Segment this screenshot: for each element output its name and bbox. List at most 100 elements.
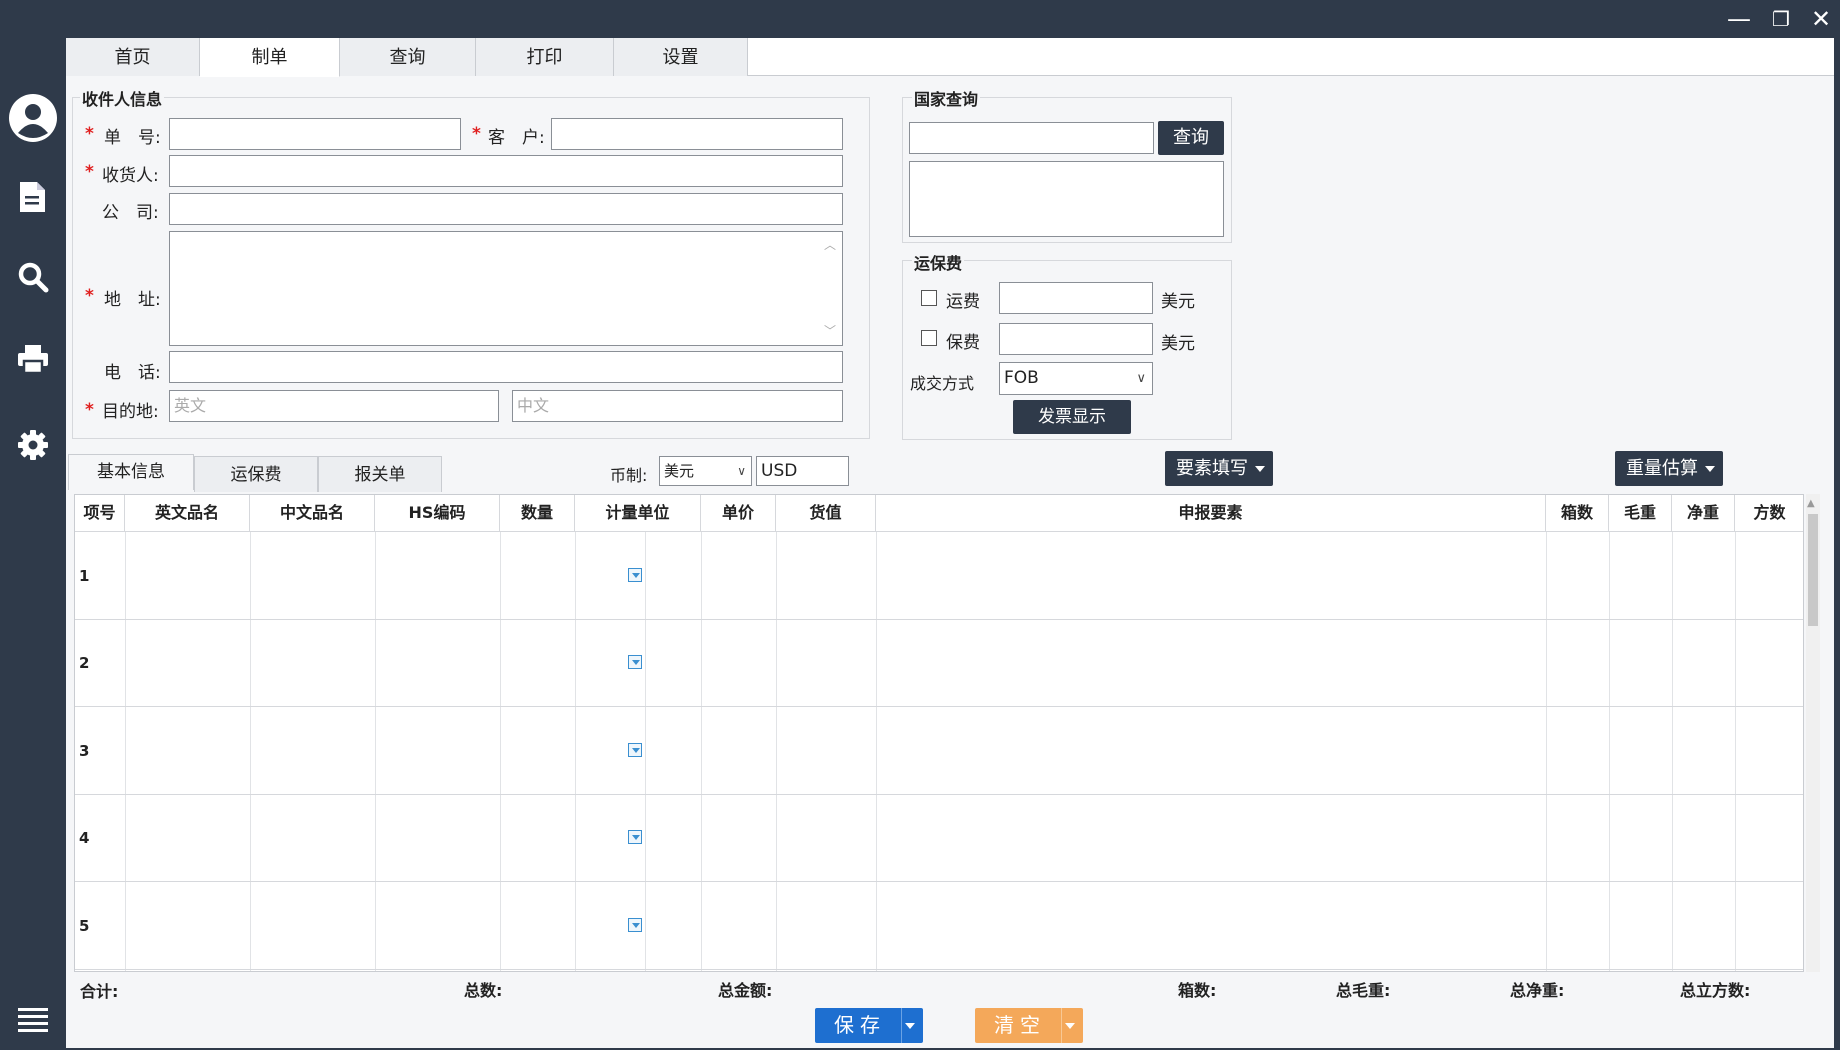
minimize-button[interactable]: — bbox=[1722, 4, 1756, 34]
freight-input[interactable] bbox=[999, 282, 1153, 314]
col-header-declaration[interactable]: 申报要素 bbox=[876, 495, 1546, 531]
table-row[interactable]: 3 bbox=[79, 742, 89, 760]
summary-total: 合计: bbox=[80, 982, 119, 1001]
unit-dropdown-icon[interactable] bbox=[628, 655, 642, 669]
sub-tab-bar bbox=[66, 453, 1834, 454]
col-header-volume[interactable]: 方数 bbox=[1735, 495, 1803, 531]
sidebar-document[interactable] bbox=[8, 172, 58, 222]
table-row[interactable]: 5 bbox=[79, 917, 89, 935]
col-header-net[interactable]: 净重 bbox=[1672, 495, 1735, 531]
sidebar-settings[interactable] bbox=[8, 420, 58, 470]
row-divider bbox=[75, 706, 1803, 707]
country-result-list[interactable] bbox=[909, 161, 1224, 237]
user-icon bbox=[9, 94, 57, 142]
column-divider bbox=[776, 531, 777, 971]
scroll-down-icon[interactable]: ﹀ bbox=[824, 322, 836, 339]
freight-checkbox[interactable] bbox=[921, 290, 937, 306]
required-mark: * bbox=[85, 400, 94, 420]
country-search-input[interactable] bbox=[909, 122, 1154, 154]
save-button[interactable]: 保存 bbox=[815, 1008, 923, 1043]
col-header-quantity[interactable]: 数量 bbox=[500, 495, 575, 531]
sidebar-user[interactable] bbox=[8, 93, 58, 143]
currency-select[interactable]: 美元 ∨ bbox=[659, 456, 752, 486]
currency-code-input[interactable]: USD bbox=[756, 456, 849, 486]
column-divider bbox=[645, 531, 646, 971]
row-divider bbox=[75, 531, 1803, 532]
column-divider bbox=[375, 531, 376, 971]
restore-button[interactable]: ❐ bbox=[1764, 4, 1798, 34]
column-divider bbox=[1672, 531, 1673, 971]
unit-dropdown-icon[interactable] bbox=[628, 568, 642, 582]
table-row[interactable]: 1 bbox=[79, 567, 89, 585]
col-header-unit-price[interactable]: 单价 bbox=[701, 495, 776, 531]
sidebar-print[interactable] bbox=[8, 334, 58, 384]
row-divider bbox=[75, 881, 1803, 882]
country-query-button[interactable]: 查询 bbox=[1158, 121, 1224, 155]
tab-settings[interactable]: 设置 bbox=[614, 38, 748, 76]
col-header-item-no[interactable]: 项号 bbox=[75, 495, 125, 531]
col-header-hs-code[interactable]: HS编码 bbox=[375, 495, 500, 531]
row-divider bbox=[75, 969, 1803, 970]
grid-scrollbar[interactable]: ▲ bbox=[1806, 494, 1820, 972]
trade-term-select[interactable]: FOB ∨ bbox=[999, 362, 1153, 395]
unit-dropdown-icon[interactable] bbox=[628, 830, 642, 844]
sidebar-search[interactable] bbox=[8, 252, 58, 302]
unit-dropdown-icon[interactable] bbox=[628, 918, 642, 932]
phone-label: 电 话: bbox=[104, 363, 161, 383]
col-header-value[interactable]: 货值 bbox=[776, 495, 876, 531]
caret-down-icon bbox=[1705, 466, 1715, 472]
table-row[interactable]: 4 bbox=[79, 829, 89, 847]
scroll-up-icon[interactable]: ▲ bbox=[1807, 498, 1815, 509]
insurance-input[interactable] bbox=[999, 323, 1153, 355]
tab-create[interactable]: 制单 bbox=[200, 38, 340, 77]
currency-label: 币制: bbox=[610, 466, 648, 485]
order-no-label: 单 号: bbox=[104, 128, 161, 148]
company-input[interactable] bbox=[169, 193, 843, 225]
subtab-freight[interactable]: 运保费 bbox=[194, 456, 318, 492]
tab-home[interactable]: 首页 bbox=[66, 38, 200, 76]
document-icon bbox=[20, 182, 45, 212]
destination-cn-input[interactable]: 中文 bbox=[512, 390, 843, 422]
col-header-cn-name[interactable]: 中文品名 bbox=[250, 495, 375, 531]
col-header-boxes[interactable]: 箱数 bbox=[1546, 495, 1609, 531]
column-divider bbox=[1546, 531, 1547, 971]
column-divider bbox=[1735, 531, 1736, 971]
order-no-input[interactable] bbox=[169, 118, 461, 150]
clear-button[interactable]: 清空 bbox=[975, 1008, 1083, 1043]
column-divider bbox=[500, 531, 501, 971]
unit-dropdown-icon[interactable] bbox=[628, 743, 642, 757]
summary-count: 总数: bbox=[464, 981, 503, 1000]
subtab-customs[interactable]: 报关单 bbox=[318, 456, 442, 492]
address-label: 地 址: bbox=[104, 290, 161, 310]
caret-down-icon[interactable] bbox=[1065, 1023, 1075, 1029]
chevron-down-icon: ∨ bbox=[1136, 371, 1146, 386]
destination-en-input[interactable]: 英文 bbox=[169, 390, 499, 422]
scroll-up-icon[interactable]: ︿ bbox=[824, 236, 836, 253]
col-header-gross[interactable]: 毛重 bbox=[1609, 495, 1672, 531]
caret-down-icon[interactable] bbox=[905, 1023, 915, 1029]
elements-fill-button[interactable]: 要素填写 bbox=[1165, 451, 1273, 486]
summary-net: 总净重: bbox=[1510, 981, 1565, 1000]
invoice-display-button[interactable]: 发票显示 bbox=[1013, 400, 1131, 434]
subtab-basic-info[interactable]: 基本信息 bbox=[68, 454, 194, 490]
freight-unit: 美元 bbox=[1161, 292, 1195, 312]
table-row[interactable]: 2 bbox=[79, 654, 89, 672]
address-textarea[interactable]: ︿ ﹀ bbox=[169, 231, 843, 346]
col-header-en-name[interactable]: 英文品名 bbox=[125, 495, 250, 531]
weight-estimate-button[interactable]: 重量估算 bbox=[1615, 451, 1723, 486]
close-button[interactable]: ✕ bbox=[1804, 4, 1838, 34]
currency-name: 美元 bbox=[664, 462, 695, 480]
freight-label: 运费 bbox=[946, 292, 980, 312]
consignee-input[interactable] bbox=[169, 155, 843, 187]
tab-query[interactable]: 查询 bbox=[340, 38, 476, 76]
col-header-unit[interactable]: 计量单位 bbox=[575, 495, 701, 531]
sidebar-menu[interactable] bbox=[8, 995, 58, 1045]
phone-input[interactable] bbox=[169, 351, 843, 383]
row-divider bbox=[75, 794, 1803, 795]
scrollbar-thumb[interactable] bbox=[1808, 514, 1818, 626]
insurance-checkbox[interactable] bbox=[921, 330, 937, 346]
required-mark: * bbox=[85, 124, 94, 144]
tab-print[interactable]: 打印 bbox=[476, 38, 614, 76]
customer-input[interactable] bbox=[551, 118, 843, 150]
title-bar bbox=[0, 0, 1840, 38]
